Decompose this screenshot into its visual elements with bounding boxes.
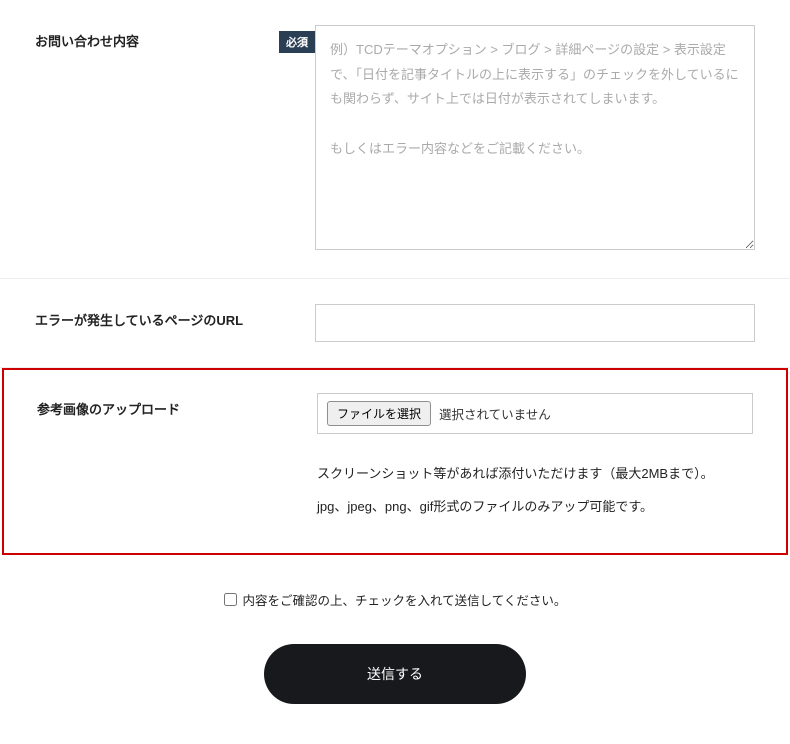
error-url-label-col: エラーが発生しているページのURL	[35, 304, 315, 329]
confirm-row: 内容をご確認の上、チェックを入れて送信してください。	[0, 555, 790, 629]
inquiry-label-col: お問い合わせ内容 必須	[35, 25, 315, 53]
inquiry-label: お問い合わせ内容	[35, 31, 269, 50]
error-url-input[interactable]	[315, 304, 755, 342]
inquiry-textarea[interactable]	[315, 25, 755, 250]
upload-row: 参考画像のアップロード ファイルを選択 選択されていません スクリーンショット等…	[2, 368, 788, 555]
file-input-wrapper[interactable]: ファイルを選択 選択されていません	[317, 393, 753, 434]
confirm-label: 内容をご確認の上、チェックを入れて送信してください。	[243, 590, 567, 609]
error-url-label: エラーが発生しているページのURL	[35, 310, 315, 329]
upload-field-col: ファイルを選択 選択されていません スクリーンショット等があれば添付いただけます…	[317, 393, 753, 523]
file-select-button[interactable]: ファイルを選択	[327, 401, 431, 426]
submit-row: 送信する	[0, 629, 790, 744]
error-url-row: エラーが発生しているページのURL	[0, 279, 790, 368]
inquiry-row: お問い合わせ内容 必須	[0, 0, 790, 279]
upload-hint-line2: jpg、jpeg、png、gif形式のファイルのみアップ可能です。	[317, 491, 753, 524]
inquiry-field-col	[315, 25, 755, 253]
upload-hint-line1: スクリーンショット等があれば添付いただけます（最大2MBまで）。	[317, 458, 753, 491]
upload-label-col: 参考画像のアップロード	[37, 393, 317, 418]
required-badge: 必須	[279, 31, 315, 53]
file-status-text: 選択されていません	[439, 404, 551, 423]
confirm-checkbox[interactable]	[224, 593, 237, 606]
upload-label: 参考画像のアップロード	[37, 399, 317, 418]
error-url-field-col	[315, 304, 755, 342]
upload-hint: スクリーンショット等があれば添付いただけます（最大2MBまで）。 jpg、jpe…	[317, 458, 753, 523]
submit-button[interactable]: 送信する	[264, 644, 526, 704]
